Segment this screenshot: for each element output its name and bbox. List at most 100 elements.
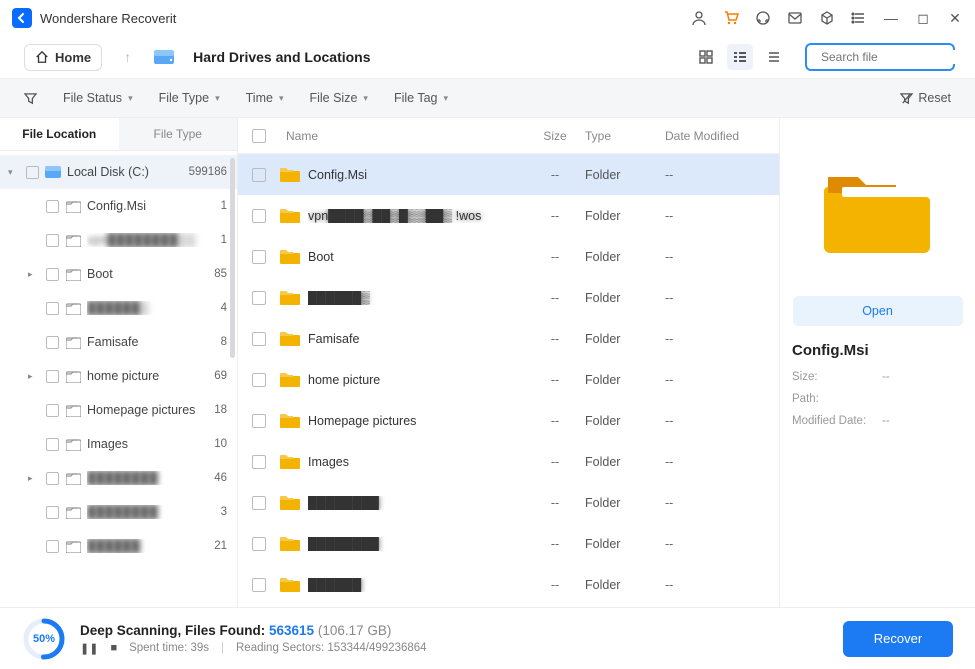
tree-checkbox[interactable] [46, 506, 59, 519]
search-input[interactable] [821, 50, 975, 64]
recover-button[interactable]: Recover [843, 621, 953, 657]
tree-item[interactable]: ▸home picture69 [0, 359, 237, 393]
folder-outline-icon [65, 300, 81, 316]
support-icon[interactable] [755, 10, 771, 26]
select-all-checkbox[interactable] [252, 129, 266, 143]
cube-icon[interactable] [819, 10, 835, 26]
list-header: Name Size Type Date Modified [238, 118, 779, 154]
row-name: ██████▒ [308, 291, 525, 305]
filter-type[interactable]: File Type▾ [159, 91, 220, 105]
window-minimize[interactable]: — [883, 10, 899, 26]
col-name[interactable]: Name [266, 129, 525, 143]
row-checkbox[interactable] [252, 332, 266, 346]
home-button[interactable]: Home [24, 44, 102, 71]
row-checkbox[interactable] [252, 578, 266, 592]
table-row[interactable]: Boot--Folder-- [238, 236, 779, 277]
tree-item[interactable]: ▸Boot85 [0, 257, 237, 291]
view-detail-button[interactable] [727, 44, 753, 70]
menu-icon[interactable] [851, 10, 867, 26]
table-row[interactable]: ██████--Folder-- [238, 564, 779, 605]
tree-checkbox[interactable] [46, 370, 59, 383]
row-checkbox[interactable] [252, 414, 266, 428]
tree-checkbox[interactable] [46, 472, 59, 485]
tree-checkbox[interactable] [46, 234, 59, 247]
expand-icon[interactable]: ▸ [28, 473, 40, 484]
row-checkbox[interactable] [252, 373, 266, 387]
tree-checkbox[interactable] [46, 540, 59, 553]
filter-time[interactable]: Time▾ [246, 91, 284, 105]
tree-item[interactable]: ▸████████46 [0, 461, 237, 495]
tree-checkbox[interactable] [46, 438, 59, 451]
tree: ▾ Local Disk (C:) 599186 Config.Msi1vpn█… [0, 151, 237, 607]
tree-item[interactable]: Famisafe8 [0, 325, 237, 359]
table-row[interactable]: ████████--Folder-- [238, 523, 779, 564]
progress-percent: 50% [22, 617, 66, 661]
up-arrow-icon[interactable]: ↑ [124, 49, 131, 65]
app-logo [12, 8, 32, 28]
row-checkbox[interactable] [252, 455, 266, 469]
row-checkbox[interactable] [252, 209, 266, 223]
row-size: -- [525, 250, 585, 264]
row-checkbox[interactable] [252, 291, 266, 305]
tree-checkbox[interactable] [26, 166, 39, 179]
tab-file-location[interactable]: File Location [0, 118, 119, 150]
open-button[interactable]: Open [793, 296, 963, 326]
window-maximize[interactable]: ◻ [915, 10, 931, 26]
filter-size[interactable]: File Size▾ [309, 91, 367, 105]
expand-icon[interactable]: ▸ [28, 371, 40, 382]
row-checkbox[interactable] [252, 537, 266, 551]
table-row[interactable]: home picture--Folder-- [238, 359, 779, 400]
stop-button[interactable]: ■ [110, 642, 117, 654]
tree-checkbox[interactable] [46, 268, 59, 281]
tree-checkbox[interactable] [46, 404, 59, 417]
pause-button[interactable]: ❚❚ [80, 642, 98, 655]
filter-tag[interactable]: File Tag▾ [394, 91, 448, 105]
tree-item[interactable]: ████████3 [0, 495, 237, 529]
tree-item[interactable]: Config.Msi1 [0, 189, 237, 223]
account-icon[interactable] [691, 10, 707, 26]
table-row[interactable]: ████████--Folder-- [238, 482, 779, 523]
col-size[interactable]: Size [525, 129, 585, 143]
tree-checkbox[interactable] [46, 302, 59, 315]
row-checkbox[interactable] [252, 496, 266, 510]
table-row[interactable]: Famisafe--Folder-- [238, 318, 779, 359]
table-row[interactable]: Images--Folder-- [238, 441, 779, 482]
preview-panel: Open Config.Msi Size:-- Path: Modified D… [780, 118, 975, 607]
table-row[interactable]: ██████▒--Folder-- [238, 277, 779, 318]
row-date: -- [665, 291, 765, 305]
tree-item[interactable]: vpn████████▒▒1 [0, 223, 237, 257]
table-row[interactable]: Config.Msi--Folder-- [238, 154, 779, 195]
search-box[interactable] [805, 43, 955, 71]
tree-checkbox[interactable] [46, 336, 59, 349]
col-type[interactable]: Type [585, 129, 665, 143]
funnel-icon[interactable] [24, 92, 37, 105]
home-label: Home [55, 50, 91, 65]
tree-item[interactable]: ██████▒4 [0, 291, 237, 325]
col-date[interactable]: Date Modified [665, 129, 765, 143]
tree-item[interactable]: Homepage pictures18 [0, 393, 237, 427]
scrollbar-handle[interactable] [230, 158, 235, 358]
mail-icon[interactable] [787, 10, 803, 26]
row-checkbox[interactable] [252, 168, 266, 182]
view-list-button[interactable] [761, 44, 787, 70]
row-checkbox[interactable] [252, 250, 266, 264]
chevron-down-icon[interactable]: ▾ [8, 167, 20, 178]
table-row[interactable]: vpn████▒██▒█▒▒██▒ !wos--Folder-- [238, 195, 779, 236]
folder-outline-icon [65, 504, 81, 520]
row-name: Boot [308, 250, 525, 264]
tree-checkbox[interactable] [46, 200, 59, 213]
tree-item-label: Images [87, 437, 210, 451]
tree-root[interactable]: ▾ Local Disk (C:) 599186 [0, 155, 237, 189]
reset-button[interactable]: Reset [900, 91, 951, 105]
window-close[interactable]: ✕ [947, 10, 963, 26]
table-row[interactable]: Homepage pictures--Folder-- [238, 400, 779, 441]
filter-status[interactable]: File Status▾ [63, 91, 133, 105]
tab-file-type[interactable]: File Type [119, 118, 238, 150]
titlebar: Wondershare Recoverit — ◻ ✕ [0, 0, 975, 36]
tree-item[interactable]: ██████21 [0, 529, 237, 563]
expand-icon[interactable]: ▸ [28, 269, 40, 280]
folder-icon [280, 248, 300, 266]
view-grid-button[interactable] [693, 44, 719, 70]
cart-icon[interactable] [723, 10, 739, 26]
tree-item[interactable]: Images10 [0, 427, 237, 461]
